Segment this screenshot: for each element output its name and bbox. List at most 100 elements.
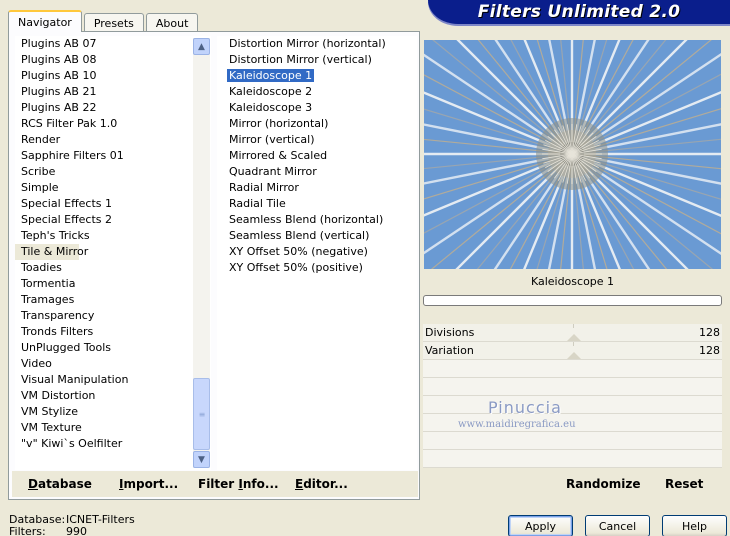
category-item[interactable]: Scribe: [15, 164, 211, 180]
param-value: 128: [699, 344, 720, 357]
filter-item[interactable]: Kaleidoscope 2: [217, 84, 417, 100]
param-empty: [423, 378, 722, 396]
category-item[interactable]: Simple: [15, 180, 211, 196]
filter-item-label: Kaleidoscope 3: [229, 101, 313, 114]
database-button[interactable]: Database: [28, 477, 92, 491]
param-variation[interactable]: Variation 128: [423, 342, 722, 360]
filter-item-label: Distortion Mirror (vertical): [229, 53, 372, 66]
filter-item-label: Radial Tile: [229, 197, 286, 210]
category-item[interactable]: Tormentia: [15, 276, 211, 292]
category-item[interactable]: Visual Manipulation: [15, 372, 211, 388]
category-list[interactable]: Plugins AB 07 Plugins AB 08 Plugins AB 10 P…: [15, 36, 211, 470]
watermark-name: Pinuccia: [488, 398, 562, 417]
filter-item-label: Mirror (horizontal): [229, 117, 329, 130]
filters-count: 990: [66, 525, 87, 536]
category-item[interactable]: Plugins AB 21: [15, 84, 211, 100]
filter-item[interactable]: Mirror (horizontal): [217, 116, 417, 132]
category-item[interactable]: Plugins AB 07: [15, 36, 211, 52]
randomize-button[interactable]: Randomize: [566, 477, 640, 491]
filter-info-button[interactable]: Filter Info...: [198, 477, 279, 491]
filter-item-label: XY Offset 50% (negative): [229, 245, 368, 258]
param-name: Variation: [425, 344, 474, 357]
filter-item[interactable]: XY Offset 50% (positive): [217, 260, 417, 276]
tab-strip: Navigator Presets About: [8, 10, 200, 32]
category-item[interactable]: Sapphire Filters 01: [15, 148, 211, 164]
chevron-down-icon[interactable]: ▼: [193, 451, 210, 468]
apply-button[interactable]: Apply: [508, 515, 573, 536]
filter-item-label: Seamless Blend (vertical): [229, 229, 370, 242]
filter-item-label: Mirrored & Scaled: [229, 149, 328, 162]
banner-title: Filters Unlimited 2.0: [477, 2, 681, 22]
category-item[interactable]: "v" Kiwi`s Oelfilter: [15, 436, 211, 452]
param-empty: [423, 450, 722, 468]
filter-item[interactable]: Quadrant Mirror: [217, 164, 417, 180]
filter-item-label: Distortion Mirror (horizontal): [229, 37, 386, 50]
scroll-grip-icon: ≡: [198, 409, 206, 419]
navigator-toolbar: Database Import... Filter Info... Editor…: [12, 471, 418, 497]
filter-item[interactable]: Seamless Blend (vertical): [217, 228, 417, 244]
filter-item[interactable]: Distortion Mirror (horizontal): [217, 36, 417, 52]
category-item[interactable]: Special Effects 1: [15, 196, 211, 212]
filter-item-label: Radial Mirror: [229, 181, 299, 194]
category-item[interactable]: Video: [15, 356, 211, 372]
filters-label: Filters:: [9, 525, 46, 536]
filter-item[interactable]: XY Offset 50% (negative): [217, 244, 417, 260]
category-item[interactable]: Tronds Filters: [15, 324, 211, 340]
progress-bar: [423, 295, 722, 306]
category-item[interactable]: Special Effects 2: [15, 212, 211, 228]
database-info: Database: ICNET-Filters Filters: 990: [9, 514, 135, 536]
filter-item[interactable]: Seamless Blend (horizontal): [217, 212, 417, 228]
scroll-thumb[interactable]: ≡: [193, 378, 210, 450]
filter-preview-image: [424, 40, 721, 269]
editor-button[interactable]: Editor...: [295, 477, 348, 491]
category-item[interactable]: Plugins AB 08: [15, 52, 211, 68]
help-button[interactable]: Help: [662, 515, 727, 536]
category-scrollbar[interactable]: ▲ ≡ ▼: [193, 38, 210, 468]
filter-item-label: Mirror (vertical): [229, 133, 315, 146]
tab-about[interactable]: About: [145, 13, 199, 32]
category-item[interactable]: UnPlugged Tools: [15, 340, 211, 356]
import-button[interactable]: Import...: [119, 477, 178, 491]
param-empty: [423, 360, 722, 378]
reset-button[interactable]: Reset: [665, 477, 703, 491]
filter-item[interactable]: Radial Tile: [217, 196, 417, 212]
slider-marker[interactable]: [567, 334, 581, 341]
parameter-toolbar: Randomize Reset: [423, 471, 722, 497]
category-item[interactable]: Tramages: [15, 292, 211, 308]
preview-label: Kaleidoscope 1: [530, 275, 615, 288]
slider-marker[interactable]: [567, 352, 581, 359]
filter-item-label: Kaleidoscope 1: [227, 69, 315, 82]
filter-list[interactable]: Distortion Mirror (horizontal) Distortion…: [217, 36, 417, 470]
filter-item-label: XY Offset 50% (positive): [229, 261, 363, 274]
category-item[interactable]: RCS Filter Pak 1.0: [15, 116, 211, 132]
category-item[interactable]: Render: [15, 132, 211, 148]
app-banner: Filters Unlimited 2.0: [428, 0, 730, 24]
category-item[interactable]: VM Stylize: [15, 404, 211, 420]
param-name: Divisions: [425, 326, 475, 339]
filter-item-label: Kaleidoscope 2: [229, 85, 313, 98]
chevron-up-icon[interactable]: ▲: [193, 38, 210, 55]
filter-item[interactable]: Distortion Mirror (vertical): [217, 52, 417, 68]
filter-item[interactable]: Mirror (vertical): [217, 132, 417, 148]
category-item[interactable]: Tile & Mirror: [15, 244, 88, 260]
watermark-url: www.maidiregrafica.eu: [458, 419, 576, 430]
tab-navigator[interactable]: Navigator: [8, 10, 82, 32]
filter-item[interactable]: Mirrored & Scaled: [217, 148, 417, 164]
param-divisions[interactable]: Divisions 128: [423, 324, 722, 342]
category-item[interactable]: Toadies: [15, 260, 211, 276]
category-item[interactable]: Plugins AB 10: [15, 68, 211, 84]
filter-item[interactable]: Kaleidoscope 1: [217, 68, 417, 84]
category-item[interactable]: Teph's Tricks: [15, 228, 211, 244]
filter-item-label: Quadrant Mirror: [229, 165, 317, 178]
category-item[interactable]: VM Texture: [15, 420, 211, 436]
filter-item-label: Seamless Blend (horizontal): [229, 213, 384, 226]
category-item[interactable]: Transparency: [15, 308, 211, 324]
category-item[interactable]: VM Distortion: [15, 388, 211, 404]
category-item[interactable]: Plugins AB 22: [15, 100, 211, 116]
tab-presets[interactable]: Presets: [83, 13, 144, 32]
param-value: 128: [699, 326, 720, 339]
filter-item[interactable]: Kaleidoscope 3: [217, 100, 417, 116]
filter-item[interactable]: Radial Mirror: [217, 180, 417, 196]
param-empty: [423, 396, 722, 414]
cancel-button[interactable]: Cancel: [585, 515, 650, 536]
